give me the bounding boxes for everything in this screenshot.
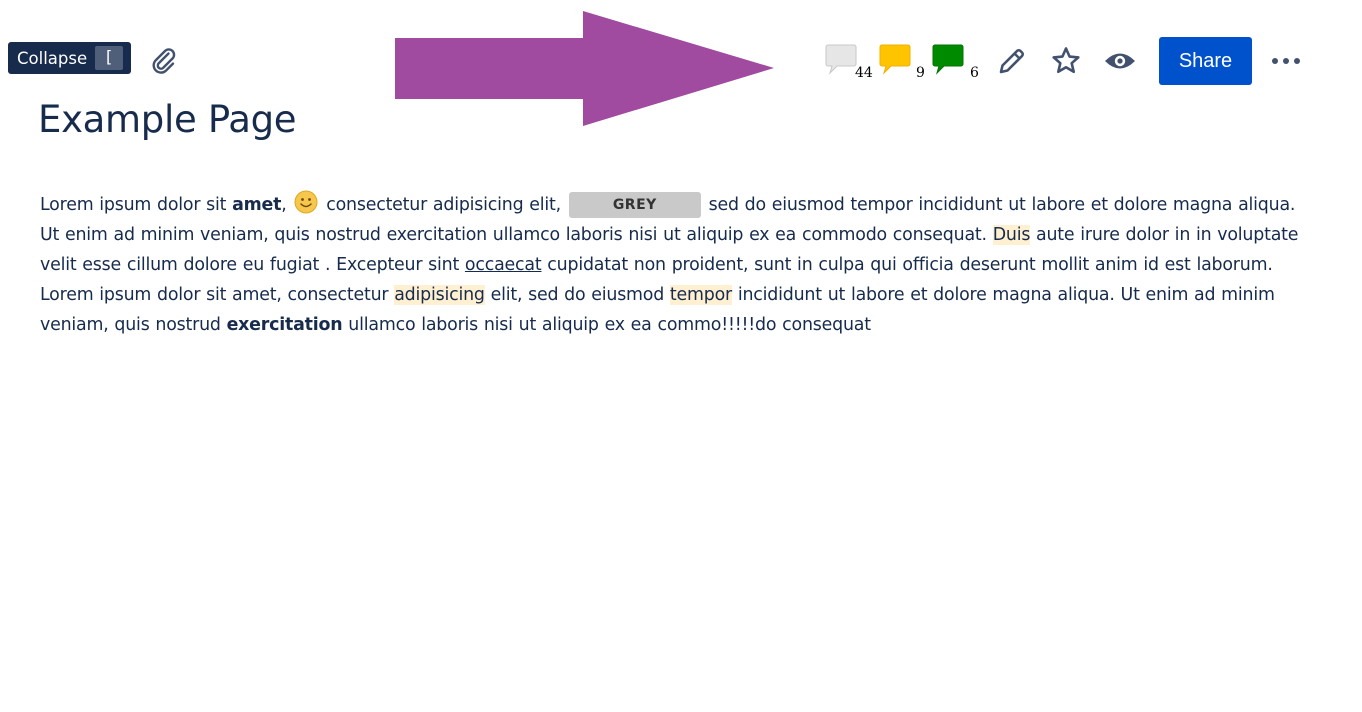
grey-comment-count: 44 — [855, 65, 873, 81]
body-text-run: ullamco laboris nisi ut aliquip ex ea co… — [342, 315, 871, 335]
collapse-shortcut-key: [ — [95, 46, 124, 70]
bold-text: amet — [232, 195, 282, 215]
yellow-comment-icon — [879, 44, 911, 75]
bold-text: exercitation — [226, 315, 343, 335]
paperclip-icon[interactable] — [148, 45, 180, 77]
pencil-icon[interactable] — [995, 44, 1029, 78]
yellow-comment-count: 9 — [916, 65, 925, 81]
annotation-arrow — [395, 11, 774, 126]
page-body: Lorem ipsum dolor sit amet, consectetur … — [40, 190, 1315, 340]
collapse-label: Collapse — [17, 48, 88, 68]
collapse-tooltip[interactable]: Collapse [ — [8, 42, 131, 74]
inline-comments-grey[interactable]: 44 — [825, 43, 875, 83]
more-dots-icon[interactable] — [1268, 48, 1304, 74]
body-text-run: elit, sed do eiusmod — [484, 285, 670, 305]
highlighted-text[interactable]: Duis — [992, 225, 1030, 245]
body-text-run: consectetur adipisicing elit, — [320, 195, 567, 215]
star-icon[interactable] — [1049, 44, 1083, 78]
inline-comments-green[interactable]: 6 — [932, 43, 982, 83]
share-button[interactable]: Share — [1159, 37, 1252, 85]
highlighted-text[interactable]: adipisicing — [394, 285, 485, 305]
inline-comments-yellow[interactable]: 9 — [879, 43, 929, 83]
smiley-icon — [294, 190, 318, 214]
green-comment-count: 6 — [970, 65, 979, 81]
page-title: Example Page — [38, 98, 297, 141]
status-lozenge: GREY — [568, 192, 701, 218]
body-text-run: , — [281, 195, 287, 215]
underlined-text: occaecat — [464, 255, 542, 275]
highlighted-text[interactable]: tempor — [669, 285, 732, 305]
body-text-run: Lorem ipsum dolor sit — [40, 195, 233, 215]
grey-comment-icon — [825, 44, 857, 75]
green-comment-icon — [932, 44, 964, 75]
eye-icon[interactable] — [1103, 44, 1137, 78]
